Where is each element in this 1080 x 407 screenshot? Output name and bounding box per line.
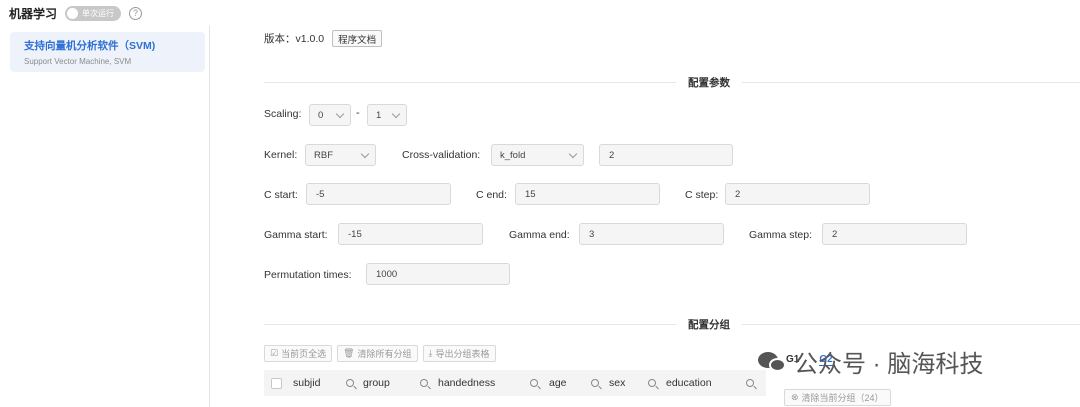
c-step-value: 2	[735, 188, 741, 200]
perm-input[interactable]: 1000	[366, 263, 510, 285]
close-circle-icon: ⊗	[791, 392, 799, 402]
checkbox-icon: ☑	[270, 348, 279, 358]
scaling-max-select[interactable]: 1	[367, 104, 407, 126]
column-label: subjid	[293, 377, 321, 389]
search-icon[interactable]	[648, 379, 656, 387]
column-label: education	[666, 377, 712, 389]
gamma-step-input[interactable]: 2	[822, 223, 967, 245]
cv-label: Cross-validation:	[402, 149, 481, 161]
c-end-label: C end:	[476, 189, 507, 201]
column-age: age	[549, 377, 609, 389]
help-icon[interactable]: ?	[129, 6, 143, 20]
c-start-input[interactable]: -5	[306, 183, 451, 205]
export-groups-button[interactable]: ⤓ 导出分组表格	[422, 345, 496, 362]
gamma-start-label: Gamma start:	[264, 229, 328, 241]
column-sex: sex	[609, 377, 666, 389]
kernel-value: RBF	[314, 149, 333, 161]
c-start-label: C start:	[264, 189, 298, 201]
cv-folds-value: 2	[609, 149, 615, 161]
column-group: group	[363, 377, 438, 389]
c-step-input[interactable]: 2	[725, 183, 870, 205]
watermark-text: 公众号 · 脑海科技	[794, 351, 984, 378]
search-icon[interactable]	[530, 379, 538, 387]
scaling-min-select[interactable]: 0	[309, 104, 351, 126]
trash-icon: 🗑	[343, 348, 355, 358]
select-page-label: 当前页全选	[281, 349, 327, 359]
search-icon[interactable]	[746, 379, 754, 387]
scaling-max-value: 1	[376, 109, 382, 121]
search-icon[interactable]	[346, 379, 354, 387]
watermark: 公众号 · 脑海科技	[758, 344, 983, 379]
kernel-label: Kernel:	[264, 149, 298, 161]
app-header: 机器学习 单次运行 ?	[0, 0, 210, 26]
c-step-label: C step:	[685, 189, 719, 201]
version-row: 版本：v1.0.0 程序文档	[264, 30, 383, 47]
sidebar-item-svm[interactable]: 支持向量机分析软件（SVM) Support Vector Machine, S…	[10, 32, 205, 72]
column-subjid: subjid	[293, 377, 363, 389]
gamma-start-input[interactable]: -15	[338, 223, 483, 245]
sidebar-item-title: 支持向量机分析软件（SVM)	[24, 40, 156, 52]
column-handedness: handedness	[438, 377, 549, 389]
version-text: 版本：v1.0.0	[264, 33, 325, 45]
clear-current-label: 清除当前分组（24）	[801, 393, 884, 403]
section-title-groups: 配置分组	[676, 317, 742, 332]
gamma-step-label: Gamma step:	[749, 229, 813, 241]
wechat-icon	[758, 350, 788, 374]
toggle-knob	[67, 7, 79, 19]
chevron-down-icon	[360, 149, 370, 159]
scaling-min-value: 0	[318, 109, 324, 121]
select-page-button[interactable]: ☑ 当前页全选	[264, 345, 333, 362]
search-icon[interactable]	[591, 379, 599, 387]
scaling-label: Scaling:	[264, 108, 302, 120]
gamma-step-value: 2	[832, 228, 838, 240]
column-label: handedness	[438, 377, 496, 389]
cv-value: k_fold	[500, 149, 526, 161]
chevron-down-icon	[391, 109, 401, 119]
c-end-input[interactable]: 15	[515, 183, 660, 205]
c-end-value: 15	[525, 188, 536, 200]
sidebar-item-subtitle: Support Vector Machine, SVM	[24, 57, 132, 66]
gamma-end-value: 3	[589, 228, 595, 240]
gamma-start-value: -15	[348, 228, 362, 240]
column-education: education	[666, 377, 766, 389]
perm-label: Permutation times:	[264, 269, 352, 281]
cv-folds-input[interactable]: 2	[599, 144, 733, 166]
download-icon: ⤓	[428, 348, 433, 358]
kernel-select[interactable]: RBF	[305, 144, 376, 166]
section-divider-groups	[264, 324, 1080, 325]
search-icon[interactable]	[420, 379, 428, 387]
program-doc-button[interactable]: 程序文档	[332, 30, 383, 47]
scaling-separator: -	[356, 107, 360, 119]
column-label: age	[549, 377, 567, 389]
clear-all-label: 清除所有分组	[357, 349, 412, 359]
section-divider-params	[264, 82, 1080, 83]
section-title-params: 配置参数	[676, 75, 742, 90]
single-run-toggle[interactable]: 单次运行	[65, 5, 122, 21]
select-all-checkbox[interactable]	[271, 377, 282, 389]
sidebar: 支持向量机分析软件（SVM) Support Vector Machine, S…	[0, 26, 210, 407]
export-label: 导出分组表格	[435, 349, 490, 359]
toggle-label: 单次运行	[82, 8, 115, 18]
table-header: subjid group handedness age sex educatio…	[264, 370, 766, 396]
c-start-value: -5	[316, 188, 325, 200]
perm-value: 1000	[376, 268, 398, 280]
chevron-down-icon	[335, 109, 345, 119]
clear-all-groups-button[interactable]: 🗑 清除所有分组	[337, 345, 418, 362]
gamma-end-input[interactable]: 3	[579, 223, 724, 245]
column-label: sex	[609, 377, 626, 389]
group-toolbar: ☑ 当前页全选 🗑 清除所有分组 ⤓ 导出分组表格	[264, 345, 496, 362]
cv-select[interactable]: k_fold	[491, 144, 584, 166]
app-title: 机器学习	[9, 6, 58, 21]
column-label: group	[363, 377, 390, 389]
gamma-end-label: Gamma end:	[509, 229, 570, 241]
chevron-down-icon	[568, 149, 578, 159]
clear-current-group-button[interactable]: ⊗ 清除当前分组（24）	[784, 389, 891, 406]
